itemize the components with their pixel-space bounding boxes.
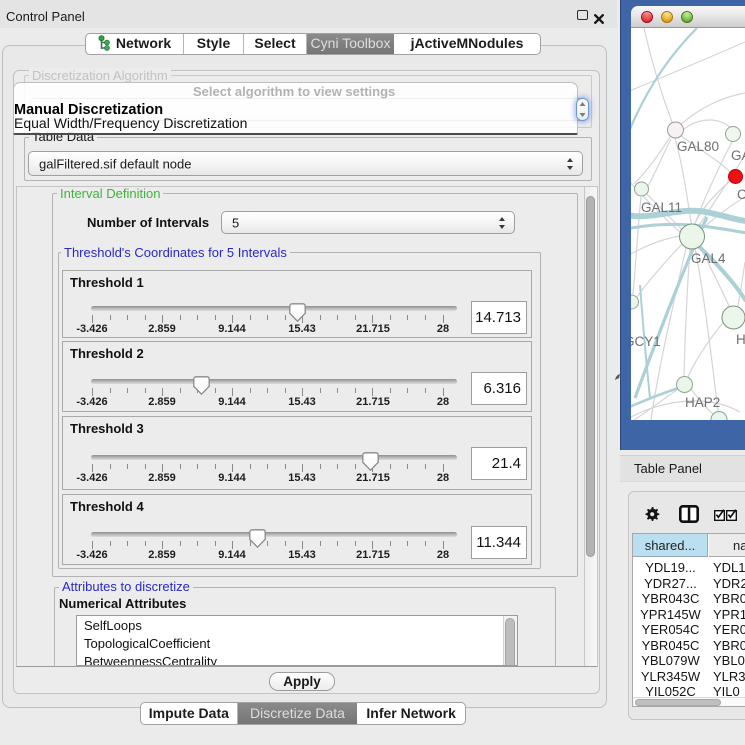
svg-text:HAP2: HAP2 [685,395,720,410]
svg-text:H: H [736,332,745,347]
svg-text:C: C [737,187,745,202]
svg-text:GAL80: GAL80 [677,139,719,154]
svg-text:GA: GA [731,148,745,163]
svg-text:GCY1: GCY1 [631,334,661,349]
svg-text:GAL11: GAL11 [641,200,682,215]
svg-text:GAL4: GAL4 [691,251,726,266]
